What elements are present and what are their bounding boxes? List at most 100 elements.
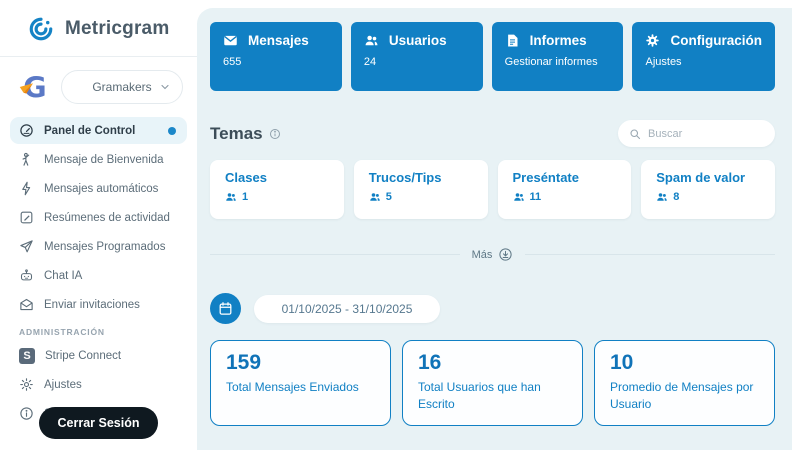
sidebar-item-label: Ajustes xyxy=(44,379,82,391)
topic-card-presentate[interactable]: Preséntate 11 xyxy=(498,160,632,219)
topic-card-clases[interactable]: Clases 1 xyxy=(210,160,344,219)
action-card-title: Usuarios xyxy=(389,33,447,48)
sidebar-item-stripe-connect[interactable]: S Stripe Connect xyxy=(10,342,187,369)
stat-label: Promedio de Mensajes por Usuario xyxy=(610,379,759,414)
more-button[interactable]: Más xyxy=(460,247,526,262)
action-card-title: Configuración xyxy=(670,33,762,48)
topic-count-value: 8 xyxy=(673,191,679,203)
topic-cards-row: Clases 1 Trucos/Tips 5 Preséntate xyxy=(210,160,775,219)
stat-card-total-usuarios: 16 Total Usuarios que han Escrito xyxy=(402,340,583,426)
active-indicator-dot xyxy=(168,127,176,135)
sidebar-section-administracion: ADMINISTRACIÓN xyxy=(10,320,187,342)
sidebar-item-panel-de-control[interactable]: Panel de Control xyxy=(10,117,187,144)
robot-icon xyxy=(19,268,34,283)
topics-search xyxy=(618,120,775,147)
sidebar-item-mensaje-bienvenida[interactable]: Mensaje de Bienvenida xyxy=(10,146,187,173)
logout-button[interactable]: Cerrar Sesión xyxy=(39,407,159,439)
action-card-sub: 655 xyxy=(223,56,329,68)
sidebar-item-ajustes[interactable]: Ajustes xyxy=(10,371,187,398)
sidebar-item-enviar-invitaciones[interactable]: Enviar invitaciones xyxy=(10,291,187,318)
main-area: Mensajes 655 Usuarios 24 Informes xyxy=(197,0,800,450)
stat-value: 16 xyxy=(418,351,567,375)
info-icon xyxy=(19,406,34,421)
metricgram-logo-icon xyxy=(26,14,56,44)
sidebar-item-label: Mensajes automáticos xyxy=(44,183,158,195)
sidebar-nav: Panel de Control Mensaje de Bienvenida M… xyxy=(0,115,197,427)
members-icon xyxy=(656,191,668,203)
gear-icon xyxy=(645,33,660,48)
sidebar-item-label: Mensajes Programados xyxy=(44,241,165,253)
mail-icon xyxy=(223,33,238,48)
calendar-button[interactable] xyxy=(210,293,241,324)
topics-title: Temas xyxy=(210,124,263,144)
members-icon xyxy=(369,191,381,203)
more-divider: Más xyxy=(210,247,775,262)
gauge-icon xyxy=(19,123,34,138)
action-card-sub: Gestionar informes xyxy=(505,56,611,68)
chevron-down-icon xyxy=(159,81,171,93)
divider-line xyxy=(525,254,775,255)
date-range-field[interactable]: 01/10/2025 - 31/10/2025 xyxy=(254,295,440,323)
stat-cards-row: 159 Total Mensajes Enviados 16 Total Usu… xyxy=(210,340,775,426)
topic-count-value: 1 xyxy=(242,191,248,203)
action-card-usuarios[interactable]: Usuarios 24 xyxy=(351,22,483,91)
topic-name: Preséntate xyxy=(513,170,617,185)
topic-count-value: 11 xyxy=(530,191,542,203)
action-card-mensajes[interactable]: Mensajes 655 xyxy=(210,22,342,91)
person-wave-icon xyxy=(19,152,34,167)
topic-name: Clases xyxy=(225,170,329,185)
action-card-sub: 24 xyxy=(364,56,470,68)
action-cards-row: Mensajes 655 Usuarios 24 Informes xyxy=(210,22,775,91)
sidebar-item-label: Panel de Control xyxy=(44,125,135,137)
sidebar-item-resumenes-actividad[interactable]: Resúmenes de actividad xyxy=(10,204,187,231)
envelope-icon xyxy=(19,297,34,312)
topics-header: Temas xyxy=(210,120,775,147)
topic-name: Trucos/Tips xyxy=(369,170,473,185)
app-logo: Metricgram xyxy=(0,0,197,56)
action-card-sub: Ajustes xyxy=(645,56,762,68)
search-input[interactable] xyxy=(648,128,764,140)
info-icon[interactable] xyxy=(269,128,281,140)
sidebar-item-label: Stripe Connect xyxy=(45,350,121,362)
stat-value: 159 xyxy=(226,351,375,375)
edit-note-icon xyxy=(19,210,34,225)
scrollbar-track[interactable] xyxy=(792,0,800,450)
workspace-avatar: G xyxy=(15,68,53,106)
app-title: Metricgram xyxy=(65,18,169,40)
circle-arrow-down-icon xyxy=(498,247,513,262)
stat-card-promedio-mensajes: 10 Promedio de Mensajes por Usuario xyxy=(594,340,775,426)
report-icon xyxy=(505,33,520,48)
sidebar-item-label: Mensaje de Bienvenida xyxy=(44,154,164,166)
gear-icon xyxy=(19,377,34,392)
dashboard-screen: Metricgram G Gramakers Panel de Control xyxy=(0,0,800,450)
workspace-selector[interactable]: Gramakers xyxy=(61,70,183,104)
action-card-title: Informes xyxy=(530,33,587,48)
content-panel: Mensajes 655 Usuarios 24 Informes xyxy=(197,8,800,450)
topic-card-spam-de-valor[interactable]: Spam de valor 8 xyxy=(641,160,775,219)
stat-value: 10 xyxy=(610,351,759,375)
action-card-configuracion[interactable]: Configuración Ajustes xyxy=(632,22,775,91)
topic-card-trucos-tips[interactable]: Trucos/Tips 5 xyxy=(354,160,488,219)
topic-name: Spam de valor xyxy=(656,170,760,185)
lightning-icon xyxy=(19,181,34,196)
sidebar-item-mensajes-programados[interactable]: Mensajes Programados xyxy=(10,233,187,260)
date-filter-row: 01/10/2025 - 31/10/2025 xyxy=(210,293,775,324)
sidebar-item-chat-ia[interactable]: Chat IA xyxy=(10,262,187,289)
sidebar-item-label: Resúmenes de actividad xyxy=(44,212,170,224)
stat-label: Total Usuarios que han Escrito xyxy=(418,379,567,414)
sidebar-item-mensajes-automaticos[interactable]: Mensajes automáticos xyxy=(10,175,187,202)
workspace-row: G Gramakers xyxy=(0,57,197,115)
sidebar-item-label: Chat IA xyxy=(44,270,82,282)
send-icon xyxy=(19,239,34,254)
users-icon xyxy=(364,33,379,48)
members-icon xyxy=(225,191,237,203)
search-icon xyxy=(629,128,641,140)
action-card-informes[interactable]: Informes Gestionar informes xyxy=(492,22,624,91)
divider-line xyxy=(210,254,460,255)
members-icon xyxy=(513,191,525,203)
stat-card-total-mensajes: 159 Total Mensajes Enviados xyxy=(210,340,391,426)
sidebar-item-label: Enviar invitaciones xyxy=(44,299,140,311)
workspace-name: Gramakers xyxy=(92,80,151,94)
calendar-icon xyxy=(218,301,233,316)
action-card-title: Mensajes xyxy=(248,33,309,48)
